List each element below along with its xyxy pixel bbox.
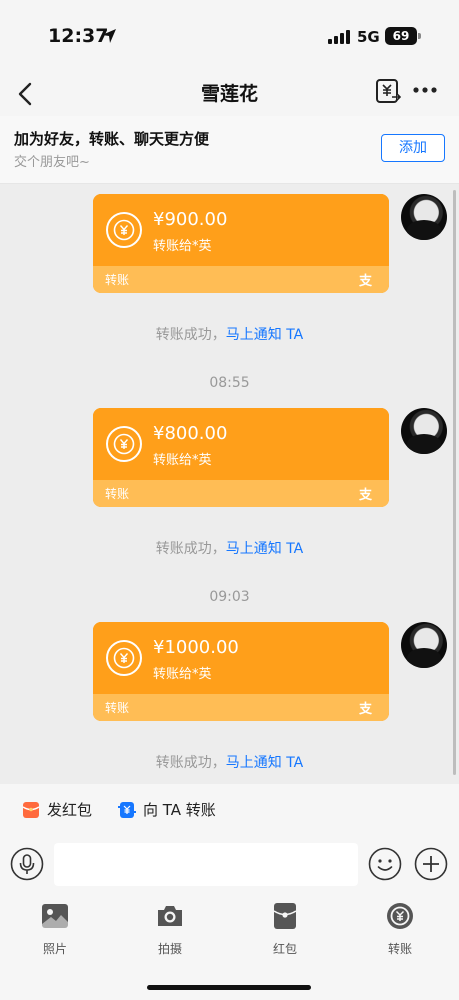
transfer-amount: ¥800.00 xyxy=(153,423,228,444)
chat-area: ¥900.00 转账给*英 转账 支 转账成功，马上通知 TA 08:55 ¥8… xyxy=(0,184,459,784)
red-packet-icon xyxy=(22,802,40,818)
avatar[interactable] xyxy=(401,408,447,454)
plus-icon[interactable] xyxy=(414,847,448,881)
transfer-amount: ¥900.00 xyxy=(153,209,228,230)
banner-subtitle: 交个朋友吧~ xyxy=(14,155,90,170)
transfer-card-body: ¥900.00 转账给*英 xyxy=(93,194,389,266)
tool-red-packet[interactable]: 红包 xyxy=(255,902,315,962)
chat-scrollbar[interactable] xyxy=(453,190,456,775)
quick-actions-bar: 发红包 向 TA 转账 xyxy=(0,784,459,836)
nav-bar: 雪莲花 xyxy=(0,72,459,116)
signal-icon xyxy=(328,30,350,44)
battery-level: 69 xyxy=(385,27,417,45)
quick-action-label: 发红包 xyxy=(47,801,93,819)
alipay-icon: 支 xyxy=(359,702,373,717)
tool-label: 转账 xyxy=(387,942,412,956)
transfer-recipient: 转账给*英 xyxy=(153,453,212,468)
add-friend-button[interactable]: 添加 xyxy=(381,134,445,162)
camera-icon xyxy=(158,906,182,926)
transfer-recipient: 转账给*英 xyxy=(153,667,212,682)
alipay-icon: 支 xyxy=(359,274,373,289)
notify-ta-link[interactable]: 马上通知 TA xyxy=(226,327,304,343)
transfer-success-notice: 转账成功，马上通知 TA xyxy=(0,752,459,772)
quick-action-label: 向 TA 转账 xyxy=(143,801,216,819)
transfer-card-footer: 转账 支 xyxy=(93,266,389,293)
transfer-card[interactable]: ¥1000.00 转账给*英 转账 支 xyxy=(93,622,389,721)
notice-text: 转账成功， xyxy=(155,755,226,771)
transfer-card-footer: 转账 支 xyxy=(93,694,389,721)
transfer-success-notice: 转账成功，马上通知 TA xyxy=(0,324,459,344)
emoji-icon[interactable] xyxy=(368,847,402,881)
network-type: 5G xyxy=(357,28,380,46)
transfer-card-label: 转账 xyxy=(105,273,130,287)
tool-label: 照片 xyxy=(42,942,67,956)
notify-ta-link[interactable]: 马上通知 TA xyxy=(226,755,304,771)
transfer-icon xyxy=(387,903,413,929)
transfer-recipient: 转账给*英 xyxy=(153,239,212,254)
transfer-to-ta-button[interactable]: 向 TA 转账 xyxy=(118,799,228,821)
yuan-coin-icon xyxy=(106,640,142,676)
input-bar xyxy=(0,836,459,892)
add-friend-banner: 加为好友，转账、聊天更方便 交个朋友吧~ 添加 xyxy=(0,116,459,184)
photo-icon xyxy=(42,904,68,928)
battery-tip xyxy=(418,33,421,39)
status-time: 12:37 xyxy=(48,25,109,47)
message-timestamp: 09:03 xyxy=(209,589,250,605)
tool-photo[interactable]: 照片 xyxy=(25,902,85,962)
tool-label: 拍摄 xyxy=(157,942,182,956)
transfer-amount: ¥1000.00 xyxy=(153,637,239,658)
avatar[interactable] xyxy=(401,622,447,668)
transfer-card-body: ¥800.00 转账给*英 xyxy=(93,408,389,480)
tool-transfer[interactable]: 转账 xyxy=(370,902,430,962)
yuan-coin-icon xyxy=(106,426,142,462)
more-options-icon[interactable] xyxy=(412,82,438,98)
red-packet-icon xyxy=(273,903,297,929)
transfer-card-label: 转账 xyxy=(105,701,130,715)
message-timestamp: 08:55 xyxy=(209,375,250,391)
notice-text: 转账成功， xyxy=(155,541,226,557)
transfer-card-label: 转账 xyxy=(105,487,130,501)
avatar[interactable] xyxy=(401,194,447,240)
voice-input-icon[interactable] xyxy=(10,847,44,881)
transfer-card-body: ¥1000.00 转账给*英 xyxy=(93,622,389,694)
tool-bar: 照片 拍摄 红包 转账 xyxy=(0,892,459,1000)
transfer-card-footer: 转账 支 xyxy=(93,480,389,507)
status-bar: 12:37 5G 69 xyxy=(0,0,459,72)
tool-label: 红包 xyxy=(272,942,297,956)
transfer-record-icon[interactable] xyxy=(375,78,401,104)
message-input[interactable] xyxy=(54,843,358,886)
alipay-icon: 支 xyxy=(359,488,373,503)
notice-text: 转账成功， xyxy=(155,327,226,343)
transfer-icon xyxy=(118,802,136,818)
notify-ta-link[interactable]: 马上通知 TA xyxy=(226,541,304,557)
transfer-card[interactable]: ¥800.00 转账给*英 转账 支 xyxy=(93,408,389,507)
tool-camera[interactable]: 拍摄 xyxy=(140,902,200,962)
yuan-coin-icon xyxy=(106,212,142,248)
banner-title: 加为好友，转账、聊天更方便 xyxy=(14,130,210,148)
transfer-card[interactable]: ¥900.00 转账给*英 转账 支 xyxy=(93,194,389,293)
transfer-success-notice: 转账成功，马上通知 TA xyxy=(0,538,459,558)
location-arrow-icon xyxy=(102,29,116,43)
send-red-packet-button[interactable]: 发红包 xyxy=(22,799,102,821)
home-indicator xyxy=(147,985,311,990)
